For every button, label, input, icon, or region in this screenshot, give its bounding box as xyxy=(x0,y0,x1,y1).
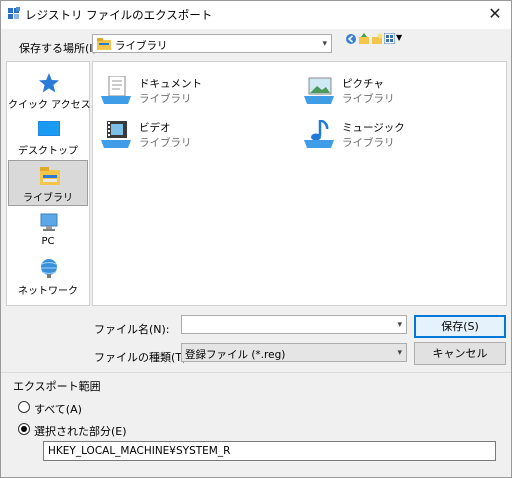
library-item-pictures[interactable]: ピクチャ ライブラリ xyxy=(298,74,488,110)
title-bar: レジストリ ファイルのエクスポート ✕ xyxy=(1,1,511,29)
chevron-down-icon: ▾ xyxy=(397,319,402,330)
export-range-title: エクスポート範囲 xyxy=(13,380,101,393)
place-quick-access[interactable]: クイック アクセス xyxy=(8,68,91,114)
chevron-down-icon: ▾ xyxy=(322,38,327,49)
radio-all[interactable] xyxy=(18,401,30,413)
up-folder-icon[interactable] xyxy=(358,32,370,46)
filetype-select[interactable]: 登録ファイル (*.reg) ▾ xyxy=(181,343,407,362)
registry-app-icon xyxy=(8,7,20,19)
filetype-label: ファイルの種類(T): xyxy=(94,351,191,364)
group-divider xyxy=(1,372,511,373)
library-icon xyxy=(40,167,60,185)
filetype-value: 登録ファイル (*.reg) xyxy=(185,349,286,361)
desktop-icon xyxy=(38,121,60,136)
window-title: レジストリ ファイルのエクスポート xyxy=(25,8,213,22)
place-desktop[interactable]: デスクトップ xyxy=(8,114,88,160)
cancel-button[interactable]: キャンセル xyxy=(414,342,506,365)
radio-selected-branch[interactable] xyxy=(18,423,30,435)
export-dialog: レジストリ ファイルのエクスポート ✕ 保存する場所(I): ライブラリ ▾ ▼ xyxy=(0,0,512,478)
library-folder-icon xyxy=(97,38,111,50)
places-bar: クイック アクセス デスクトップ ライブラリ PC ネットワーク xyxy=(6,61,91,306)
library-item-documents[interactable]: ドキュメント ライブラリ xyxy=(95,74,285,110)
place-library[interactable]: ライブラリ xyxy=(8,160,88,206)
view-menu-icon[interactable]: ▼ xyxy=(384,32,402,46)
back-icon[interactable] xyxy=(345,32,357,46)
place-pc[interactable]: PC xyxy=(8,208,88,254)
file-list-area[interactable]: ドキュメント ライブラリ ピクチャ ライブラリ ビデオ ライブラリ ミュージック… xyxy=(92,61,507,306)
new-folder-icon[interactable] xyxy=(371,32,383,46)
network-icon xyxy=(41,259,57,278)
pictures-icon xyxy=(304,77,334,104)
place-network[interactable]: ネットワーク xyxy=(8,254,88,300)
videos-icon xyxy=(101,121,131,148)
music-icon xyxy=(304,120,334,148)
radio-selected-label[interactable]: 選択された部分(E) xyxy=(34,423,127,439)
save-location-combo[interactable]: ライブラリ ▾ xyxy=(92,34,332,53)
pc-icon xyxy=(40,213,58,231)
close-icon[interactable]: ✕ xyxy=(485,4,505,24)
radio-all-label[interactable]: すべて(A) xyxy=(34,401,82,417)
star-icon xyxy=(39,73,59,93)
save-location-value: ライブラリ xyxy=(115,40,168,52)
save-location-label: 保存する場所(I): xyxy=(19,42,101,55)
documents-icon xyxy=(101,76,131,104)
filename-input[interactable]: ▾ xyxy=(181,315,407,334)
save-button[interactable]: 保存(S) xyxy=(414,315,506,338)
selected-branch-input[interactable]: HKEY_LOCAL_MACHINE¥SYSTEM_R xyxy=(43,441,496,461)
filename-label: ファイル名(N): xyxy=(94,323,170,336)
chevron-down-icon: ▾ xyxy=(397,347,402,358)
library-item-videos[interactable]: ビデオ ライブラリ xyxy=(95,118,285,154)
library-item-music[interactable]: ミュージック ライブラリ xyxy=(298,118,488,154)
radio-selected-dot xyxy=(21,426,27,432)
